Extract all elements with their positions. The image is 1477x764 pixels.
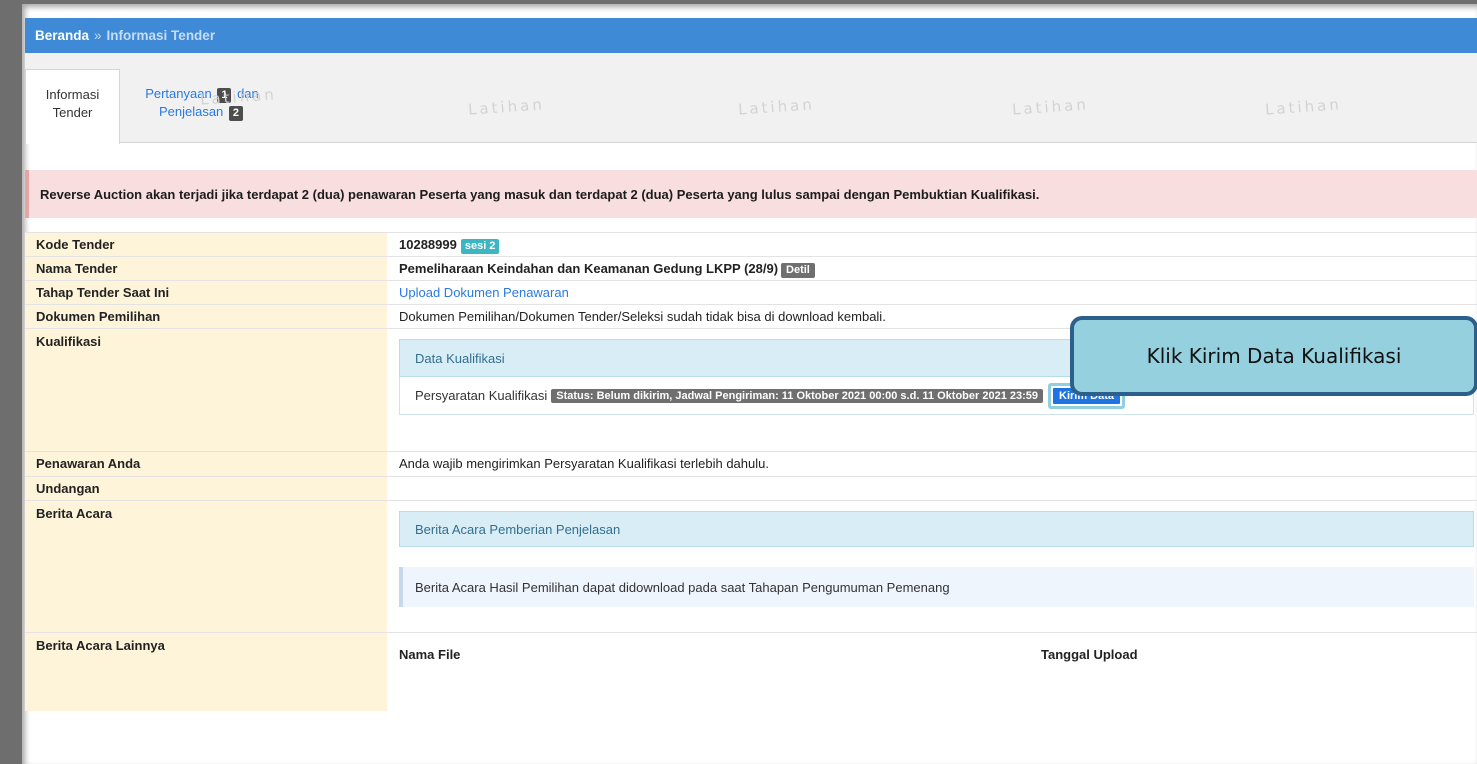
value-berita-acara: Berita Acara Pemberian Penjelasan Berita… [387, 501, 1477, 632]
column-tanggal-upload: Tanggal Upload [1041, 647, 1138, 662]
breadcrumb-current: Informasi Tender [106, 28, 216, 43]
breadcrumb: Beranda » Informasi Tender [25, 18, 1477, 53]
label-nama-tender: Nama Tender [25, 257, 387, 280]
value-undangan [387, 477, 1477, 500]
label-penawaran-anda: Penawaran Anda [25, 452, 387, 476]
row-undangan: Undangan [25, 476, 1477, 500]
detil-button[interactable]: Detil [781, 263, 815, 278]
row-nama-tender: Nama Tender Pemeliharaan Keindahan dan K… [25, 256, 1477, 280]
berita-acara-hasil-note: Berita Acara Hasil Pemilihan dapat didow… [399, 567, 1474, 607]
column-nama-file: Nama File [399, 647, 461, 662]
tab-label-line1: Informasi [45, 87, 100, 102]
value-nama-tender: Pemeliharaan Keindahan dan Keamanan Gedu… [387, 257, 1477, 280]
file-table-header: Nama File Tanggal Upload [399, 633, 1465, 662]
reverse-auction-alert: Reverse Auction akan terjadi jika terdap… [25, 170, 1477, 218]
label-kualifikasi: Kualifikasi [25, 329, 387, 451]
kode-tender-value: 10288999 [399, 237, 457, 252]
value-kode-tender: 10288999 sesi 2 [387, 233, 1477, 256]
row-kode-tender: Kode Tender 10288999 sesi 2 [25, 232, 1477, 256]
persyaratan-kualifikasi-label: Persyaratan Kualifikasi [415, 388, 548, 403]
value-berita-acara-lainnya: Nama File Tanggal Upload [387, 633, 1477, 711]
label-berita-acara: Berita Acara [25, 501, 387, 632]
label-tahap-tender: Tahap Tender Saat Ini [25, 281, 387, 304]
label-undangan: Undangan [25, 477, 387, 500]
label-berita-acara-lainnya: Berita Acara Lainnya [25, 633, 387, 711]
label-dokumen-pemilihan: Dokumen Pemilihan [25, 305, 387, 328]
berita-acara-penjelasan-link[interactable]: Berita Acara Pemberian Penjelasan [399, 511, 1474, 547]
sesi-badge: sesi 2 [460, 239, 500, 254]
tab-informasi-tender[interactable]: Informasi Tender [25, 69, 120, 144]
tahap-tender-link[interactable]: Upload Dokumen Penawaran [399, 285, 569, 300]
value-tahap-tender: Upload Dokumen Penawaran [387, 281, 1477, 304]
answer-count-badge: 2 [228, 106, 244, 121]
label-kode-tender: Kode Tender [25, 233, 387, 256]
row-penawaran-anda: Penawaran Anda Anda wajib mengirimkan Pe… [25, 451, 1477, 476]
breadcrumb-home[interactable]: Beranda [35, 28, 89, 43]
row-berita-acara-lainnya: Berita Acara Lainnya Nama File Tanggal U… [25, 632, 1477, 711]
value-penawaran-anda: Anda wajib mengirimkan Persyaratan Kuali… [399, 456, 769, 471]
instruction-callout: Klik Kirim Data Kualifikasi [1070, 316, 1477, 396]
tender-info-table: Kode Tender 10288999 sesi 2 Nama Tender P… [25, 232, 1477, 711]
breadcrumb-separator: » [94, 28, 102, 43]
tab-label-line2: Tender [52, 105, 93, 120]
row-tahap-tender: Tahap Tender Saat Ini Upload Dokumen Pen… [25, 280, 1477, 304]
nama-tender-value: Pemeliharaan Keindahan dan Keamanan Gedu… [399, 261, 779, 276]
row-berita-acara: Berita Acara Berita Acara Pemberian Penj… [25, 500, 1477, 632]
status-badge: Status: Belum dikirim, Jadwal Pengiriman… [551, 388, 1043, 403]
